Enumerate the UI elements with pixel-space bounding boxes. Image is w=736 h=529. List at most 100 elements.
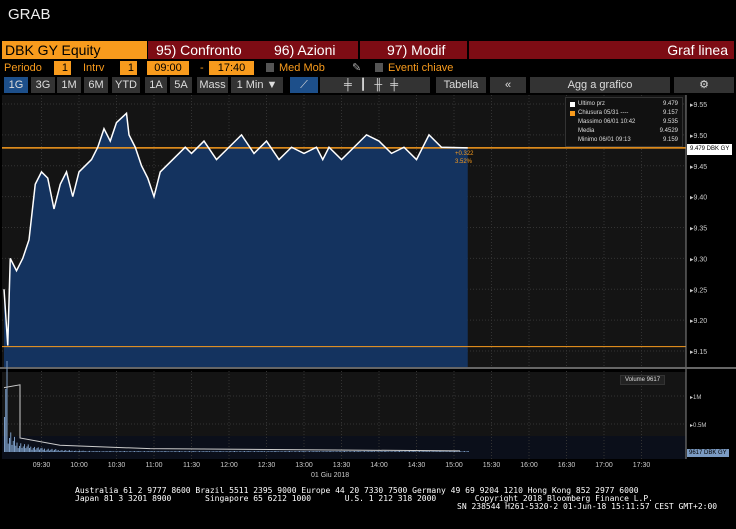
interval-input[interactable]: 1 (120, 61, 137, 75)
range-3g[interactable]: 3G (31, 77, 55, 93)
volume-bar (15, 445, 17, 452)
volume-bar (39, 449, 40, 452)
add-to-chart-button[interactable]: Agg a grafico (530, 77, 670, 93)
y-tick-label: ▸9.40 (690, 195, 707, 202)
volume-bar (95, 451, 97, 452)
volume-bar (374, 451, 375, 452)
range-5a[interactable]: 5A (170, 77, 192, 93)
volume-bar (32, 447, 34, 452)
moving-avg-label: Med Mob (279, 62, 325, 74)
period-input[interactable]: 1 (54, 61, 71, 75)
volume-bar (321, 451, 323, 452)
x-tick-label: 13:00 (295, 462, 313, 469)
modify-button[interactable]: 97) Modif (360, 41, 467, 59)
volume-bar (427, 451, 429, 452)
range-1g[interactable]: 1G (4, 77, 28, 93)
volume-bar (171, 451, 173, 452)
volume-bar (106, 451, 108, 452)
volume-bar (120, 451, 122, 452)
volume-bar (219, 451, 220, 452)
volume-bar (205, 451, 207, 452)
volume-bar (399, 450, 400, 452)
line-chart-icon[interactable]: ⟋ (290, 77, 318, 93)
y-tick-label: ▸9.55 (690, 102, 707, 109)
volume-bar (44, 448, 45, 452)
volume-bar (271, 451, 273, 452)
actions-button[interactable]: 96) Azioni (254, 41, 358, 59)
volume-bar (211, 451, 213, 452)
volume-bar (81, 450, 83, 452)
end-time-input[interactable]: 17:40 (209, 61, 254, 75)
volume-bar (31, 449, 33, 452)
volume-bar (359, 451, 360, 452)
volume-bar (129, 451, 130, 452)
volume-bar (161, 451, 163, 452)
back-button[interactable]: « (490, 77, 526, 93)
volume-bar (51, 448, 53, 452)
volume-bar (102, 451, 104, 452)
key-events-checkbox[interactable] (375, 63, 383, 72)
x-tick-label: 14:00 (370, 462, 388, 469)
legend-label: Minimo 06/01 09:13 (578, 137, 631, 143)
volume-bar (52, 450, 54, 452)
volume-bar (302, 450, 304, 452)
volume-bar (342, 451, 344, 452)
ticker-input[interactable]: DBK GY Equity (2, 41, 147, 59)
volume-bar (386, 451, 388, 452)
chart-type-label[interactable]: Graf linea (469, 41, 734, 59)
volume-bar (285, 451, 287, 452)
legend-marker (570, 102, 575, 107)
volume-bar (40, 448, 42, 452)
volume-bar (152, 451, 154, 452)
y-tick-label: ▸9.30 (690, 256, 707, 263)
volume-bar (151, 450, 153, 452)
volume-bar (19, 445, 20, 452)
volume-bar (97, 451, 99, 452)
volume-bar (429, 451, 430, 452)
volume-bar (372, 451, 374, 452)
volume-bar (116, 451, 118, 452)
range-mass[interactable]: Mass (197, 77, 228, 93)
volume-bar (409, 451, 410, 452)
volume-bar (5, 389, 7, 452)
frequency-dropdown[interactable]: 1 Min ▼ (231, 77, 283, 93)
start-time-input[interactable]: 09:00 (147, 61, 189, 75)
volume-bar (126, 451, 128, 452)
volume-bar (166, 451, 168, 452)
volume-bar (61, 449, 63, 452)
volume-bar (215, 451, 217, 452)
volume-bar (407, 451, 409, 452)
volume-bar (464, 451, 465, 452)
volume-bar (59, 451, 60, 452)
candle-chart-icons[interactable]: ╪┃╫╪ (320, 77, 430, 93)
range-6m[interactable]: 6M (84, 77, 108, 93)
range-ytd[interactable]: YTD (112, 77, 140, 93)
price-chart[interactable]: 09:30 10:00 10:30 11:00 11:30 12:00 12:30 13:00… (0, 95, 736, 485)
volume-bar (421, 451, 423, 452)
volume-bar (67, 450, 69, 452)
range-1m[interactable]: 1M (57, 77, 81, 93)
volume-bar (405, 451, 407, 452)
change-readout: +0.322 3.52% (455, 150, 474, 166)
volume-bar (130, 451, 132, 452)
volume-bar (140, 451, 142, 452)
volume-bar (246, 451, 248, 452)
x-tick-label: 09:30 (33, 462, 51, 469)
volume-bar (419, 451, 420, 452)
compare-button[interactable]: 95) Confronto (148, 41, 260, 59)
pencil-icon[interactable]: ✎ (352, 61, 361, 75)
y-tick-label: ▸9.35 (690, 226, 707, 233)
volume-bar (29, 447, 30, 452)
y-tick-label: ▸9.45 (690, 164, 707, 171)
volume-bar (201, 451, 203, 452)
moving-avg-checkbox[interactable] (266, 63, 274, 72)
legend-marker (570, 111, 575, 116)
volume-bar (240, 451, 242, 452)
settings-icon[interactable]: ⚙ (674, 77, 734, 93)
legend-item: Chiusura 05/31 ---- 9.157 (570, 109, 678, 118)
range-1a[interactable]: 1A (145, 77, 167, 93)
volume-bar (284, 451, 285, 452)
table-button[interactable]: Tabella (436, 77, 486, 93)
window-title: GRAB (8, 6, 51, 23)
legend-item: Ultimo prz 9.479 (570, 100, 678, 109)
